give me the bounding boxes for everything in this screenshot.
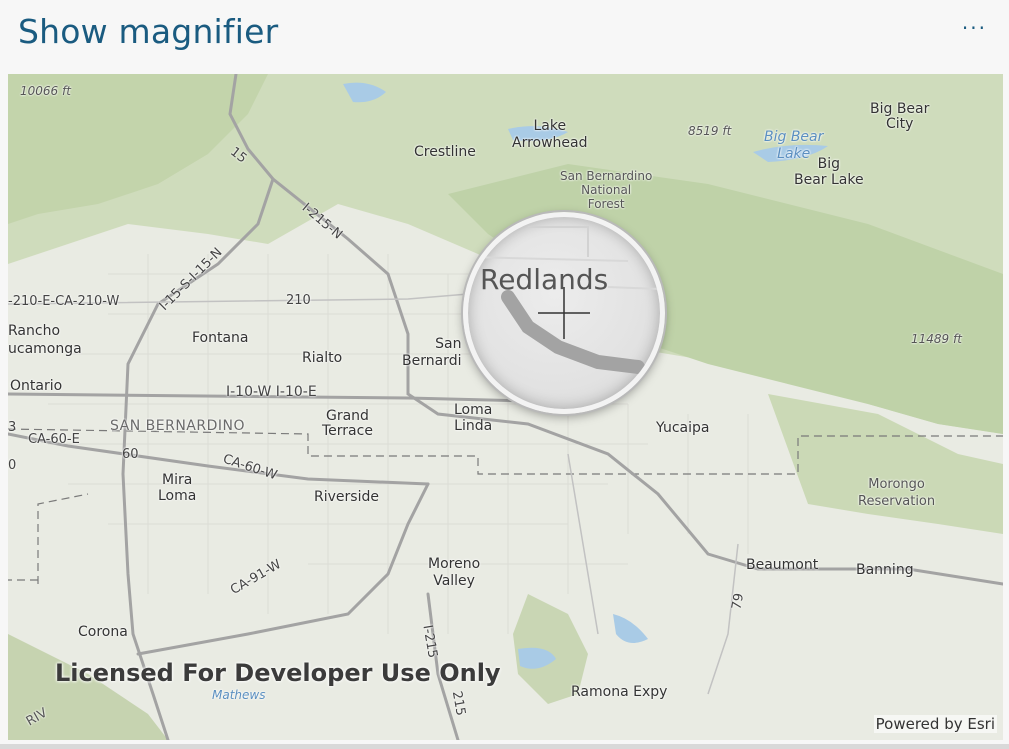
magnifier-lens[interactable]: Redlands bbox=[463, 212, 665, 414]
place-label: Corona bbox=[78, 624, 128, 640]
header-bar: Show magnifier ··· bbox=[0, 0, 1009, 68]
place-label: San Bernardi bbox=[402, 336, 462, 369]
highway-label: 60 bbox=[122, 447, 139, 462]
highway-label: 210 bbox=[286, 293, 311, 308]
place-label: Morongo Reservation bbox=[858, 477, 936, 509]
place-label: Big Bear City bbox=[870, 101, 930, 132]
highway-label: 79 bbox=[729, 592, 748, 611]
elevation-label: 8519 ft bbox=[688, 124, 732, 138]
road-label: Ramona Expy bbox=[571, 684, 668, 700]
place-label: Moreno Valley bbox=[428, 556, 481, 589]
place-label: Yucaipa bbox=[656, 420, 710, 436]
highway-label: CA-60-E bbox=[28, 432, 80, 447]
place-label: Big Bear Lake bbox=[794, 156, 864, 188]
water-label: Mathews bbox=[212, 688, 266, 702]
elevation-label: 10066 ft bbox=[20, 84, 71, 98]
page-title: Show magnifier bbox=[18, 12, 279, 51]
bottom-border bbox=[0, 744, 1009, 749]
place-label: Rancho ucamonga bbox=[8, 323, 82, 357]
place-label: Crestline bbox=[414, 144, 476, 160]
place-label: Banning bbox=[856, 562, 914, 578]
place-label: Fontana bbox=[192, 330, 249, 346]
place-label: Grand Terrace bbox=[322, 408, 373, 439]
highway-label: 3 bbox=[8, 420, 17, 435]
elevation-label: 11489 ft bbox=[911, 332, 962, 346]
place-label: Rialto bbox=[302, 350, 343, 366]
place-label: Ontario bbox=[10, 378, 63, 394]
place-label: San Bernardino National Forest bbox=[560, 169, 653, 211]
esri-attribution[interactable]: Powered by Esri bbox=[873, 715, 997, 733]
license-watermark: Licensed For Developer Use Only bbox=[55, 659, 501, 687]
highway-label: I-10-W I-10-E bbox=[226, 384, 317, 400]
place-label: Lake Arrowhead bbox=[512, 118, 588, 151]
highway-label: -210-E-CA-210-W bbox=[8, 294, 120, 309]
county-label: SAN BERNARDINO bbox=[110, 418, 246, 434]
highway-label: 0 bbox=[8, 458, 17, 473]
map-view[interactable]: 10066 ft 8519 ft 11489 ft Big Bear City … bbox=[8, 74, 1003, 740]
place-label: Beaumont bbox=[746, 557, 819, 573]
more-options-icon[interactable]: ··· bbox=[962, 16, 987, 40]
place-label: Mira Loma bbox=[158, 472, 197, 504]
place-label: Riverside bbox=[314, 489, 379, 505]
crosshair-icon bbox=[538, 287, 590, 339]
